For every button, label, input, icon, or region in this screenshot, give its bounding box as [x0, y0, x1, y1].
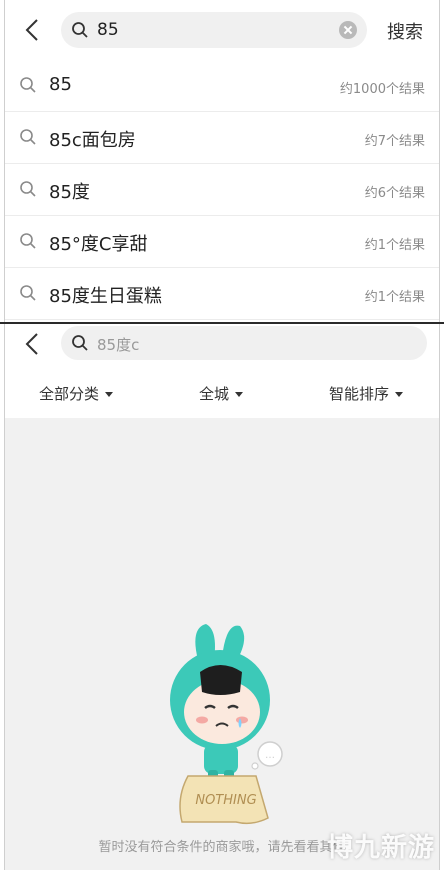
dropdown-triangle-icon — [235, 392, 244, 397]
search-suggestions-screen: 85 搜索 85 约1000个结果 85c面包房 约7个结果 85度 约6个结果… — [4, 0, 440, 322]
search-icon — [72, 335, 88, 351]
back-arrow-icon[interactable] — [19, 330, 47, 358]
results-header: 85度c — [5, 324, 439, 366]
suggestion-count: 约7个结果 — [364, 134, 425, 149]
search-icon — [20, 181, 36, 197]
search-results-screen: 85度c 全部分类 全城 智能排序 … NOTHING 暂时没有符合条件的商家哦… — [4, 324, 440, 870]
suggestion-text: 85c面包房 — [49, 130, 136, 151]
suggestion-text: 85度生日蛋糕 — [49, 286, 162, 307]
suggestion-item[interactable]: 85 约1000个结果 — [5, 60, 439, 112]
dropdown-triangle-icon — [395, 392, 404, 397]
suggestion-text: 85度 — [49, 182, 90, 203]
filter-category[interactable]: 全部分类 — [39, 383, 114, 404]
suggestion-list: 85 约1000个结果 85c面包房 约7个结果 85度 约6个结果 85°度C… — [5, 60, 439, 320]
search-input[interactable]: 85 — [61, 12, 367, 48]
filter-label: 全城 — [199, 385, 230, 403]
search-button[interactable]: 搜索 — [387, 18, 423, 44]
suggestion-count: 约1个结果 — [364, 290, 425, 305]
watermark-text: 博九新游 — [326, 833, 435, 863]
search-input-value: 85度c — [97, 336, 140, 354]
search-icon — [20, 129, 36, 145]
filter-label: 全部分类 — [39, 385, 100, 403]
clear-icon[interactable] — [339, 21, 357, 39]
search-icon — [72, 22, 88, 38]
search-icon — [20, 233, 36, 249]
suggestion-count: 约6个结果 — [364, 186, 425, 201]
search-icon — [20, 285, 36, 301]
suggestion-item[interactable]: 85°度C享甜 约1个结果 — [5, 216, 439, 268]
suggestion-item[interactable]: 85度 约6个结果 — [5, 164, 439, 216]
back-arrow-icon[interactable] — [19, 16, 47, 44]
search-icon — [20, 77, 36, 93]
suggestion-item[interactable]: 85c面包房 约7个结果 — [5, 112, 439, 164]
search-input[interactable]: 85度c — [61, 326, 427, 360]
suggestion-item[interactable]: 85度生日蛋糕 约1个结果 — [5, 268, 439, 320]
search-input-value: 85 — [97, 20, 119, 40]
nothing-sign-text: NOTHING — [195, 793, 256, 808]
suggestion-text: 85 — [49, 74, 72, 95]
bottom-frame — [0, 870, 444, 874]
svg-text:…: … — [265, 750, 275, 761]
search-header: 85 搜索 — [5, 0, 439, 60]
filter-label: 智能排序 — [329, 385, 390, 403]
filter-bar: 全部分类 全城 智能排序 — [5, 366, 439, 418]
filter-area[interactable]: 全城 — [199, 383, 244, 404]
suggestion-count: 约1000个结果 — [339, 82, 425, 97]
suggestion-count: 约1个结果 — [364, 238, 425, 253]
dropdown-triangle-icon — [105, 392, 114, 397]
suggestion-text: 85°度C享甜 — [49, 234, 148, 255]
empty-state-mascot-illustration: … NOTHING — [170, 624, 283, 825]
filter-sort[interactable]: 智能排序 — [329, 383, 404, 404]
